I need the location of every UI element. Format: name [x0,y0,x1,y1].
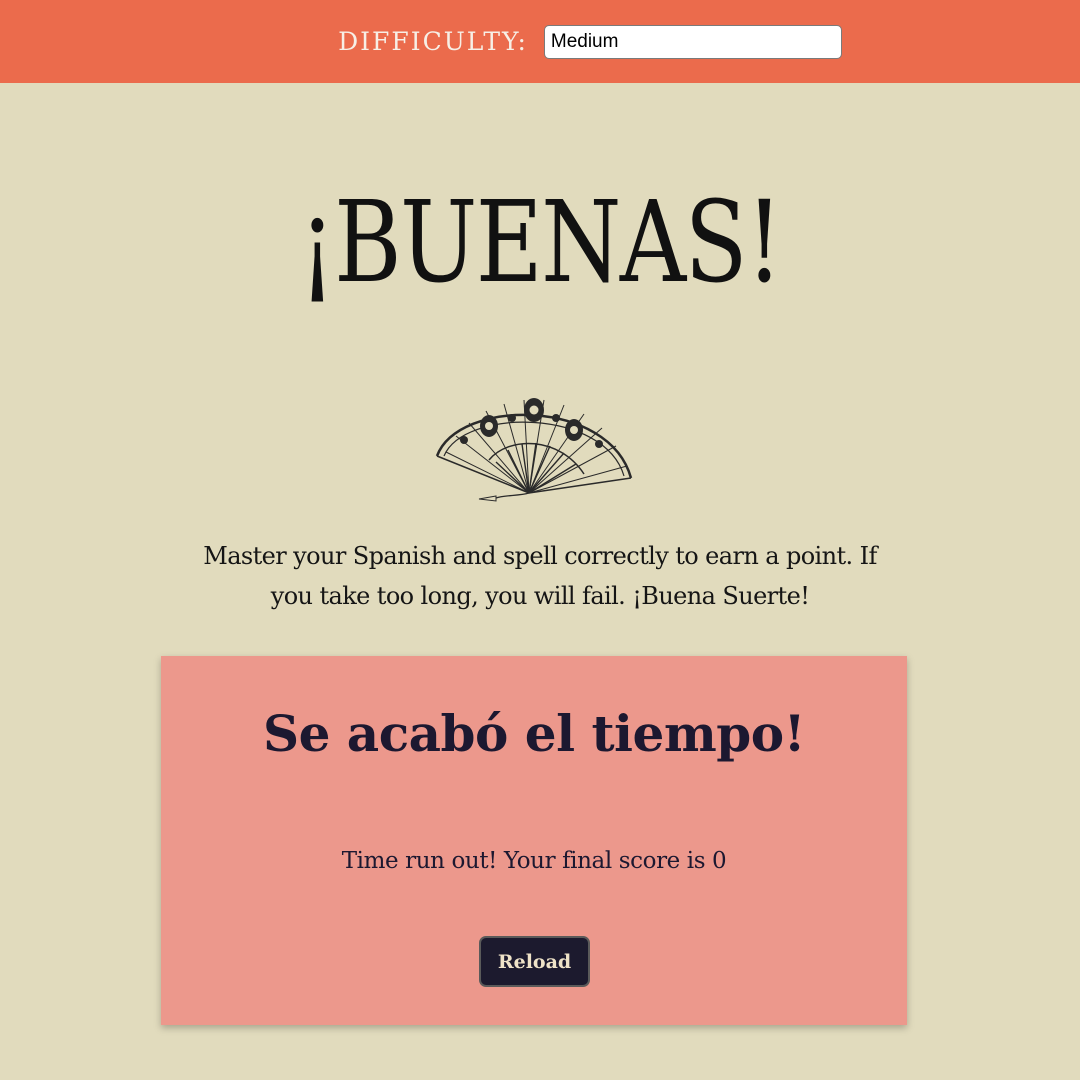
result-card: Se acabó el tiempo! Time run out! Your f… [161,656,907,1025]
result-title: Se acabó el tiempo! [262,704,806,763]
reload-button[interactable]: Reload [479,936,590,987]
difficulty-selected-value: Medium [550,30,619,52]
instructions-text: Master your Spanish and spell correctly … [203,542,877,610]
difficulty-settings: DIFFICULTY: Medium [338,24,842,59]
page-title: ¡BUENAS! [298,178,783,308]
difficulty-label: DIFFICULTY: [338,27,528,56]
difficulty-select[interactable]: Medium [543,24,842,59]
final-score-message: Time run out! Your final score is 0 [341,848,727,874]
settings-bar: DIFFICULTY: Medium [0,0,1080,83]
spanish-fan-icon [434,378,634,503]
